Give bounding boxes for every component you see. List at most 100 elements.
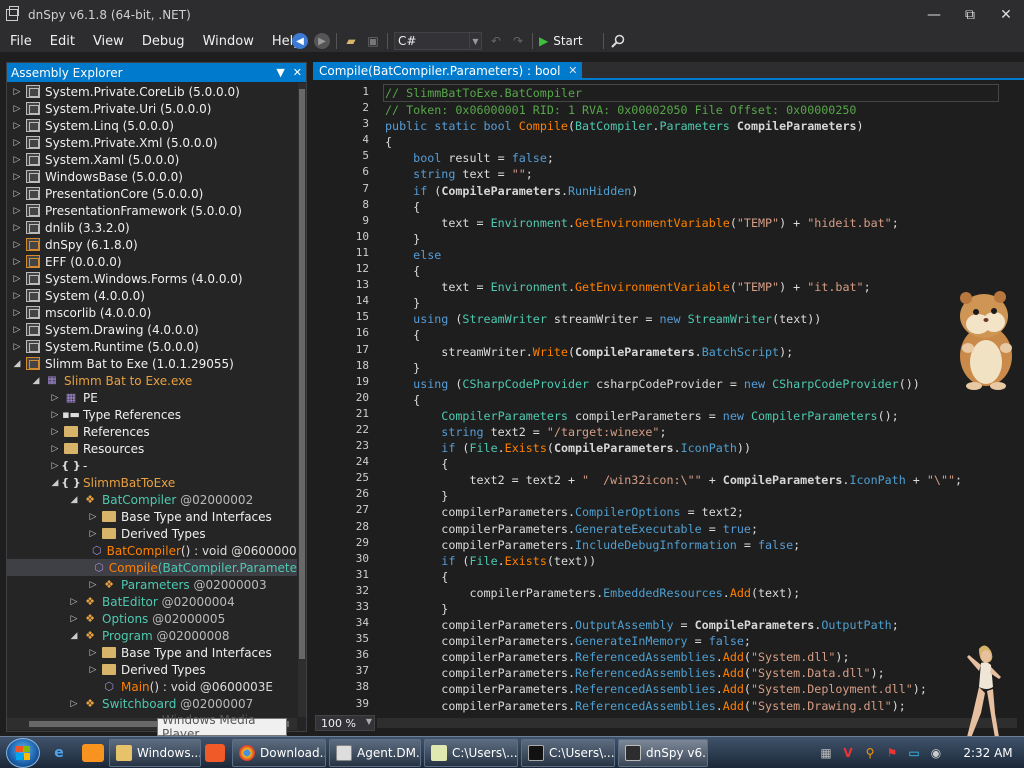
code-area[interactable]: // SlimmBatToExe.BatCompiler // Token: 0x… bbox=[383, 82, 1024, 714]
expand-arrow-icon[interactable]: ▷ bbox=[50, 461, 60, 471]
expand-arrow-icon[interactable]: ▷ bbox=[12, 342, 22, 352]
tree-item[interactable]: ▷ ❖ Options @02000005 bbox=[7, 610, 297, 627]
taskbar-button[interactable]: dnSpy v6.... bbox=[618, 738, 708, 767]
expand-arrow-icon[interactable]: ▷ bbox=[88, 512, 98, 522]
code-token[interactable]: GenerateInMemory bbox=[575, 634, 688, 648]
internet-explorer-icon[interactable]: e bbox=[48, 742, 70, 764]
code-token[interactable]: Add bbox=[730, 586, 751, 600]
code-token[interactable]: GetEnvironmentVariable bbox=[575, 216, 730, 230]
tray-search-icon[interactable]: ⚲ bbox=[862, 745, 878, 761]
expand-arrow-icon[interactable]: ▷ bbox=[12, 223, 22, 233]
menu-window[interactable]: Window bbox=[195, 34, 262, 49]
tree-vertical-scrollbar[interactable] bbox=[298, 83, 306, 717]
tree-item[interactable]: ▷ ❖ Parameters @02000003 bbox=[7, 576, 297, 593]
tray-volume-icon[interactable]: ◉ bbox=[928, 745, 944, 761]
clock[interactable]: 2:32 AM bbox=[962, 746, 1014, 760]
collapse-arrow-icon[interactable]: ◢ bbox=[69, 631, 79, 641]
tree-item[interactable]: ▷ EFF (0.0.0.0) bbox=[7, 253, 297, 270]
tree-item[interactable]: ▷ Resources bbox=[7, 440, 297, 457]
code-token[interactable]: Parameters bbox=[659, 119, 729, 133]
maximize-button[interactable]: ⧉ bbox=[952, 0, 988, 30]
expand-arrow-icon[interactable]: ▷ bbox=[12, 172, 22, 182]
tree-item[interactable]: ▷{ } - bbox=[7, 457, 297, 474]
panel-close-icon[interactable]: ✕ bbox=[293, 66, 302, 79]
tree-item[interactable]: ▷ System.Xaml (5.0.0.0) bbox=[7, 151, 297, 168]
tree-item[interactable]: ▷ dnSpy (6.1.8.0) bbox=[7, 236, 297, 253]
tree-item[interactable]: ▷ mscorlib (4.0.0.0) bbox=[7, 304, 297, 321]
breakpoint-margin[interactable] bbox=[313, 82, 333, 714]
code-token[interactable]: IncludeDebugInformation bbox=[575, 538, 737, 552]
expand-arrow-icon[interactable]: ▷ bbox=[69, 699, 79, 709]
code-token[interactable]: Add bbox=[723, 666, 744, 680]
tree-item[interactable]: ◢ ❖ BatCompiler @02000002 bbox=[7, 491, 297, 508]
tree-item[interactable]: ▷ System.Linq (5.0.0.0) bbox=[7, 117, 297, 134]
expand-arrow-icon[interactable]: ▷ bbox=[12, 206, 22, 216]
code-token[interactable]: IconPath bbox=[681, 441, 737, 455]
tree-item[interactable]: ▷ ▪▬ Type References bbox=[7, 406, 297, 423]
start-debugging-button[interactable]: ▶ Start bbox=[539, 34, 583, 48]
tree-item[interactable]: ▷ PresentationCore (5.0.0.0) bbox=[7, 185, 297, 202]
panel-menu-icon[interactable]: ▼ bbox=[276, 66, 284, 79]
expand-arrow-icon[interactable]: ▷ bbox=[50, 444, 60, 454]
tree-item[interactable]: ▷ ❖ Switchboard @02000007 bbox=[7, 695, 297, 712]
code-token[interactable]: Environment bbox=[491, 280, 568, 294]
tree-item[interactable]: ⬡ BatCompiler() : void @06000002 bbox=[7, 542, 297, 559]
code-token[interactable]: RunHidden bbox=[568, 184, 631, 198]
code-token[interactable]: File bbox=[469, 554, 497, 568]
collapse-arrow-icon[interactable]: ◢ bbox=[50, 478, 60, 488]
expand-arrow-icon[interactable]: ▷ bbox=[50, 427, 60, 437]
code-token[interactable]: Add bbox=[723, 650, 744, 664]
tree-item[interactable]: ◢ ❖ Program @02000008 bbox=[7, 627, 297, 644]
code-token[interactable]: GetEnvironmentVariable bbox=[575, 280, 730, 294]
tree-item[interactable]: ▷ System.Private.Xml (5.0.0.0) bbox=[7, 134, 297, 151]
code-token[interactable]: OutputAssembly bbox=[575, 618, 674, 632]
code-token[interactable]: Exists bbox=[505, 554, 547, 568]
hamster-desktop-pet[interactable] bbox=[948, 288, 1020, 392]
menu-file[interactable]: File bbox=[2, 34, 40, 49]
tree-item[interactable]: ▷ dnlib (3.3.2.0) bbox=[7, 219, 297, 236]
code-token[interactable]: ReferencedAssemblies bbox=[575, 650, 716, 664]
code-token[interactable]: BatCompiler bbox=[575, 119, 652, 133]
code-token[interactable]: File bbox=[469, 441, 497, 455]
menu-edit[interactable]: Edit bbox=[42, 34, 83, 49]
taskbar-button[interactable]: C:\Users\... bbox=[424, 738, 518, 767]
code-token[interactable]: EmbeddedResources bbox=[603, 586, 723, 600]
expand-arrow-icon[interactable]: ▷ bbox=[12, 87, 22, 97]
expand-arrow-icon[interactable]: ▷ bbox=[12, 308, 22, 318]
tree-item[interactable]: ▷ Derived Types bbox=[7, 525, 297, 542]
code-token[interactable]: CSharpCodeProvider bbox=[462, 377, 589, 391]
expand-arrow-icon[interactable]: ▷ bbox=[12, 257, 22, 267]
tree-item[interactable]: ▷ System.Runtime (5.0.0.0) bbox=[7, 338, 297, 355]
expand-arrow-icon[interactable]: ▷ bbox=[88, 665, 98, 675]
navigate-back-icon[interactable]: ◀ bbox=[292, 33, 308, 49]
expand-arrow-icon[interactable]: ▷ bbox=[50, 393, 60, 403]
expand-arrow-icon[interactable]: ▷ bbox=[12, 274, 22, 284]
code-token[interactable]: StreamWriter bbox=[462, 312, 546, 326]
code-token[interactable]: Write bbox=[533, 345, 568, 359]
code-token[interactable]: ReferencedAssemblies bbox=[575, 666, 716, 680]
windows-media-player-icon[interactable] bbox=[82, 743, 104, 762]
tray-display-icon[interactable]: ▭ bbox=[906, 745, 922, 761]
minimize-button[interactable]: — bbox=[916, 0, 952, 30]
language-dropdown[interactable]: C# ▼ bbox=[394, 32, 482, 50]
tree-item[interactable]: ◢{ } SlimmBatToExe bbox=[7, 474, 297, 491]
tree-item[interactable]: ▷ PresentationFramework (5.0.0.0) bbox=[7, 202, 297, 219]
dancer-desktop-pet[interactable] bbox=[957, 643, 1007, 741]
collapse-arrow-icon[interactable]: ◢ bbox=[69, 495, 79, 505]
pinned-app-icon[interactable] bbox=[205, 743, 225, 762]
menu-view[interactable]: View bbox=[85, 34, 132, 49]
expand-arrow-icon[interactable]: ▷ bbox=[12, 291, 22, 301]
code-token[interactable]: IconPath bbox=[849, 473, 905, 487]
code-token[interactable]: ReferencedAssemblies bbox=[575, 699, 716, 713]
tree-item[interactable]: ▷ Derived Types bbox=[7, 661, 297, 678]
expand-arrow-icon[interactable]: ▷ bbox=[12, 155, 22, 165]
redo-icon[interactable]: ↷ bbox=[510, 33, 526, 49]
code-token[interactable]: GenerateExecutable bbox=[575, 522, 702, 536]
open-folder-icon[interactable]: ▰ bbox=[343, 33, 359, 49]
tray-flag-icon[interactable]: ⚑ bbox=[884, 745, 900, 761]
expand-arrow-icon[interactable]: ▷ bbox=[12, 121, 22, 131]
expand-arrow-icon[interactable]: ▷ bbox=[88, 529, 98, 539]
undo-icon[interactable]: ↶ bbox=[488, 33, 504, 49]
tray-app-icon[interactable]: ▦ bbox=[818, 745, 834, 761]
expand-arrow-icon[interactable]: ▷ bbox=[12, 138, 22, 148]
